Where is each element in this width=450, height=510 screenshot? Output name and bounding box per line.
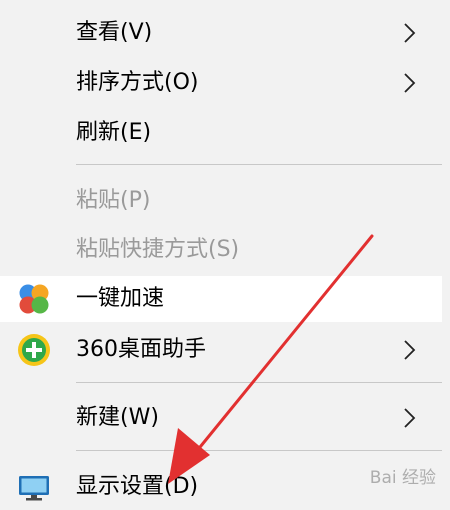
menu-item-paste[interactable]: 粘贴(P)	[0, 178, 442, 224]
menu-item-accelerate[interactable]: 一键加速	[0, 276, 442, 322]
menu-item-label: 粘贴(P)	[76, 188, 151, 213]
menu-item-label: 刷新(E)	[76, 120, 152, 145]
chevron-right-icon	[404, 340, 416, 360]
menu-separator	[76, 164, 442, 165]
menu-separator	[76, 450, 442, 451]
menu-item-label: 显示设置(D)	[76, 474, 199, 499]
chevron-right-icon	[404, 73, 416, 93]
menu-item-paste-shortcut[interactable]: 粘贴快捷方式(S)	[0, 227, 442, 273]
menu-item-label: 新建(W)	[76, 405, 159, 430]
plus-circle-icon	[18, 334, 50, 366]
menu-item-label: 粘贴快捷方式(S)	[76, 237, 240, 262]
menu-item-new[interactable]: 新建(W)	[0, 395, 442, 441]
menu-item-label: 360桌面助手	[76, 337, 206, 362]
chevron-right-icon	[404, 408, 416, 428]
menu-item-label: 查看(V)	[76, 20, 153, 45]
context-menu: 查看(V) 排序方式(O) 刷新(E) 粘贴(P) 粘贴快捷方式(S) 一键加速	[0, 0, 450, 510]
monitor-icon	[19, 476, 49, 501]
menu-item-label: 一键加速	[76, 286, 165, 311]
accelerate-ball-icon	[19, 284, 49, 314]
chevron-right-icon	[404, 23, 416, 43]
menu-separator	[76, 382, 442, 383]
menu-item-refresh[interactable]: 刷新(E)	[0, 110, 442, 156]
menu-item-desktop-helper[interactable]: 360桌面助手	[0, 327, 442, 373]
menu-item-label: 排序方式(O)	[76, 70, 199, 95]
menu-item-sort[interactable]: 排序方式(O)	[0, 60, 442, 106]
watermark: Bai 经验	[369, 468, 436, 488]
menu-item-view[interactable]: 查看(V)	[0, 10, 442, 56]
